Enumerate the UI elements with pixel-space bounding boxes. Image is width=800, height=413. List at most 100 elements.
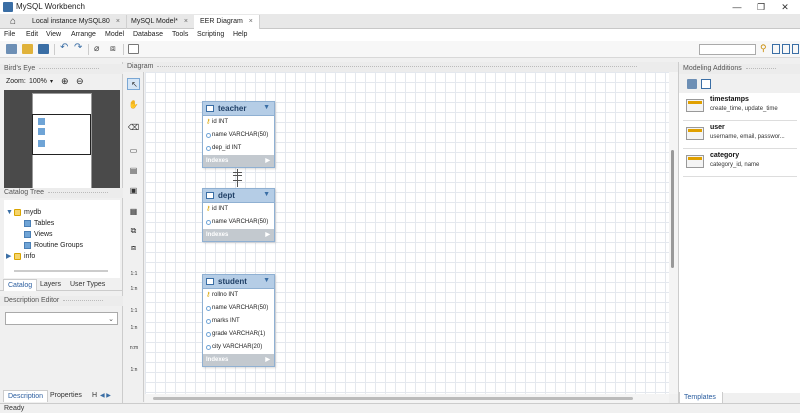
menu-view[interactable]: View (46, 30, 61, 40)
table-tool[interactable]: ▦ (127, 206, 140, 218)
minimize-button[interactable]: — (728, 2, 746, 12)
column-row[interactable]: ⚷ rollno INT (203, 289, 274, 302)
eraser-tool[interactable]: ⌫ (127, 122, 140, 134)
indexes-section[interactable]: Indexes ▶ (203, 229, 274, 241)
align-icon[interactable]: ⧈ (110, 43, 116, 54)
hand-tool[interactable]: ✋ (127, 99, 140, 111)
table-header[interactable]: dept ▼ (203, 189, 274, 203)
template-category[interactable]: category category_id, name (683, 151, 797, 177)
table-header[interactable]: teacher ▼ (203, 102, 274, 116)
left-panel-toggle-icon[interactable] (772, 44, 780, 54)
image-tool[interactable]: ▣ (127, 185, 140, 197)
table-dept[interactable]: dept ▼ ⚷ id INT name VARCHAR(50) Indexes ▶ (202, 188, 275, 242)
zoom-in-icon[interactable]: ⊕ (61, 76, 69, 87)
tree-item-tables[interactable]: Tables (24, 219, 54, 229)
vertical-scrollbar[interactable] (669, 72, 678, 394)
open-model-icon[interactable] (22, 44, 33, 54)
menu-edit[interactable]: Edit (26, 30, 38, 40)
search-icon[interactable]: ⚲ (760, 43, 767, 54)
close-icon[interactable]: × (184, 18, 188, 25)
fold-icon[interactable]: ▼ (6, 208, 14, 218)
column-row[interactable]: marks INT (203, 315, 274, 328)
routine-group-tool[interactable]: ⧈ (127, 242, 140, 254)
diagram-canvas[interactable]: teacher ▼ ⚷ id INT name VARCHAR(50) dep_i… (145, 72, 669, 394)
toggle-grid-icon[interactable]: ⌀ (94, 43, 99, 54)
tab-user-types[interactable]: User Types (66, 279, 109, 291)
tab-scroll-arrows[interactable]: ◀ ▶ (100, 392, 111, 399)
save-model-icon[interactable] (38, 44, 49, 54)
indexes-section[interactable]: Indexes ▶ (203, 354, 274, 366)
undo-icon[interactable]: ↶ (60, 42, 68, 53)
scroll-thumb[interactable] (671, 150, 674, 268)
menu-file[interactable]: File (4, 30, 15, 40)
chevron-right-icon[interactable]: ▶ (265, 354, 270, 366)
menu-model[interactable]: Model (105, 30, 124, 40)
chevron-down-icon[interactable]: ▾ (50, 78, 53, 85)
menu-help[interactable]: Help (233, 30, 247, 40)
relationship-1-1-tool[interactable]: 1:1 (125, 271, 143, 277)
column-row[interactable]: ⚷ id INT (203, 203, 274, 216)
description-area[interactable] (4, 328, 120, 390)
close-icon[interactable]: × (249, 18, 253, 25)
tab-layers[interactable]: Layers (36, 279, 65, 291)
template-timestamps[interactable]: timestamps create_time, update_time (683, 95, 797, 121)
document-icon[interactable] (128, 44, 139, 54)
scroll-thumb[interactable] (153, 397, 633, 400)
tree-item-views[interactable]: Views (24, 230, 53, 240)
column-row[interactable]: dep_id INT (203, 142, 274, 155)
chevron-down-icon[interactable]: ▼ (263, 104, 270, 111)
menu-database[interactable]: Database (133, 30, 163, 40)
description-select[interactable]: ⌄ (5, 312, 118, 325)
fold-icon[interactable]: ▶ (6, 252, 14, 262)
tree-item-info[interactable]: ▶ info (6, 252, 35, 262)
birdseye-view[interactable] (4, 90, 120, 195)
chevron-right-icon[interactable]: ▶ (265, 155, 270, 167)
chevron-down-icon[interactable]: ▼ (263, 191, 270, 198)
table-header[interactable]: student ▼ (203, 275, 274, 289)
template-user[interactable]: user username, email, passwor... (683, 123, 797, 149)
tab-properties[interactable]: Properties (46, 390, 86, 402)
relationship-n-m-tool[interactable]: n:m (125, 345, 143, 351)
column-row[interactable]: name VARCHAR(50) (203, 302, 274, 315)
column-row[interactable]: name VARCHAR(50) (203, 216, 274, 229)
right-panel-toggle-icon[interactable] (792, 44, 799, 54)
relationship-1-n-identifying-tool[interactable]: 1:n (125, 325, 143, 331)
relationship-1-1-identifying-tool[interactable]: 1:1 (125, 308, 143, 314)
zoom-select[interactable]: 100% (29, 78, 47, 85)
bottom-panel-toggle-icon[interactable] (782, 44, 790, 54)
table-teacher[interactable]: teacher ▼ ⚷ id INT name VARCHAR(50) dep_i… (202, 101, 275, 168)
tab-local-instance[interactable]: Local instance MySQL80 × (26, 15, 127, 29)
tree-item-mydb[interactable]: ▼ mydb (6, 208, 41, 218)
search-input[interactable] (699, 44, 756, 55)
relationship-1-n-tool[interactable]: 1:n (125, 286, 143, 292)
maximize-button[interactable]: ❐ (752, 2, 770, 12)
menu-tools[interactable]: Tools (172, 30, 188, 40)
column-row[interactable]: city VARCHAR(20) (203, 341, 274, 354)
column-row[interactable]: ⚷ id INT (203, 116, 274, 129)
tab-eer-diagram[interactable]: EER Diagram × (194, 15, 260, 29)
tab-description[interactable]: Description (3, 390, 49, 402)
close-icon[interactable]: × (116, 18, 120, 25)
tree-item-routine-groups[interactable]: Routine Groups (24, 241, 83, 251)
zoom-out-icon[interactable]: ⊖ (76, 76, 84, 87)
menu-scripting[interactable]: Scripting (197, 30, 224, 40)
redo-icon[interactable]: ↷ (74, 42, 82, 53)
column-row[interactable]: grade VARCHAR(1) (203, 328, 274, 341)
chevron-down-icon[interactable]: ▼ (263, 277, 270, 284)
view-tool[interactable]: ⧉ (127, 225, 140, 237)
layer-tool[interactable]: ▭ (127, 145, 140, 157)
column-row[interactable]: name VARCHAR(50) (203, 129, 274, 142)
chevron-right-icon[interactable]: ▶ (265, 229, 270, 241)
relationship-existing-columns-tool[interactable]: 1:n (125, 367, 143, 373)
edit-templates-icon[interactable] (701, 79, 711, 89)
tab-catalog[interactable]: Catalog (3, 279, 38, 291)
tree-scrollbar[interactable] (14, 270, 108, 272)
tab-mysql-model[interactable]: MySQL Model* × (125, 15, 195, 29)
horizontal-scrollbar[interactable] (145, 394, 669, 403)
close-window-button[interactable]: ✕ (776, 2, 794, 12)
home-icon[interactable]: ⌂ (6, 16, 20, 27)
table-student[interactable]: student ▼ ⚷ rollno INT name VARCHAR(50) m… (202, 274, 275, 367)
note-tool[interactable]: ▤ (127, 165, 140, 177)
pointer-tool[interactable]: ↖ (127, 78, 140, 90)
menu-arrange[interactable]: Arrange (71, 30, 96, 40)
